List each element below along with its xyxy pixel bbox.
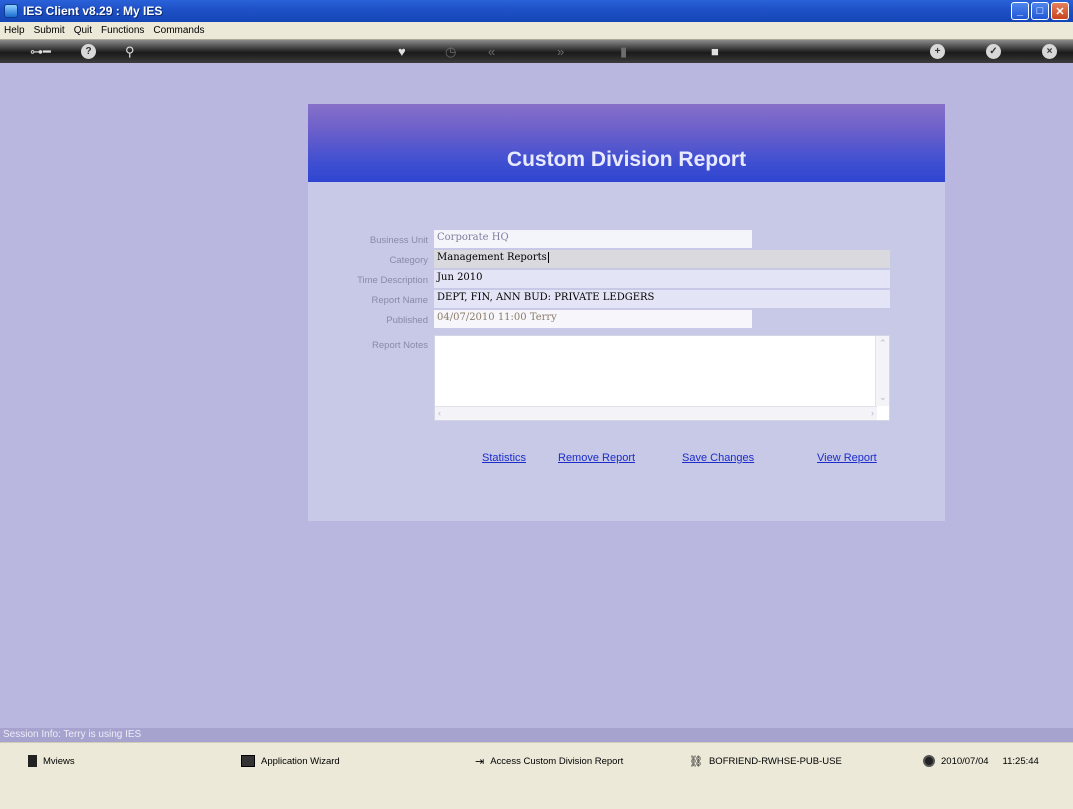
business-unit-label: Business Unit — [369, 235, 428, 246]
mviews-item[interactable]: Mviews — [28, 755, 75, 767]
notes-vertical-scrollbar[interactable]: ⌃ ⌄ — [875, 336, 889, 406]
time-description-field[interactable]: Jun 2010 — [434, 270, 890, 288]
cancel-icon[interactable]: × — [1042, 44, 1057, 59]
title-bar: IES Client v8.29 : My IES _ □ ✕ — [0, 0, 1073, 22]
notes-horizontal-scrollbar[interactable]: ‹ › — [435, 406, 877, 420]
time-label: 11:25:44 — [1002, 755, 1039, 767]
door-icon: ⇥ — [475, 756, 485, 768]
scroll-up-icon[interactable]: ⌃ — [879, 338, 887, 349]
published-field: 04/07/2010 11:00 Terry — [434, 310, 752, 328]
page-title: Custom Division Report — [506, 148, 747, 171]
menu-commands[interactable]: Commands — [153, 25, 204, 36]
server-item: ⛓ BOFRIEND-RWHSE-PUB-USE — [689, 755, 842, 768]
report-panel: Custom Division Report Business Unit Cor… — [308, 104, 945, 521]
save-changes-link[interactable]: Save Changes — [682, 452, 754, 464]
window-title: IES Client v8.29 : My IES — [23, 4, 163, 18]
close-button[interactable]: ✕ — [1051, 2, 1069, 20]
forward-icon[interactable]: » — [557, 43, 564, 60]
access-report-item: ⇥ Access Custom Division Report — [475, 755, 623, 768]
help-icon[interactable]: ? — [81, 44, 96, 59]
search-icon[interactable]: ⚲ — [125, 43, 135, 60]
report-notes-textarea[interactable]: ⌃ ⌄ ‹ › — [434, 335, 890, 421]
status-bar: Mviews Application Wizard ⇥ Access Custo… — [0, 742, 1073, 809]
statistics-link[interactable]: Statistics — [482, 452, 526, 464]
datetime-item: 2010/07/04 11:25:44 — [923, 755, 1039, 767]
scroll-left-icon[interactable]: ‹ — [438, 408, 441, 418]
session-info: Session Info: Terry is using IES — [0, 728, 1073, 742]
access-report-label: Access Custom Division Report — [490, 756, 624, 767]
add-icon[interactable]: + — [930, 44, 945, 59]
menu-help[interactable]: Help — [4, 25, 25, 36]
minimize-button[interactable]: _ — [1011, 2, 1029, 20]
server-label: BOFRIEND-RWHSE-PUB-USE — [708, 756, 842, 767]
category-field[interactable]: Management Reports — [434, 250, 890, 268]
key-icon[interactable]: ⊶━ — [30, 43, 51, 60]
application-wizard-label: Application Wizard — [261, 755, 340, 767]
report-notes-label: Report Notes — [372, 340, 428, 351]
date-label: 2010/07/04 — [941, 755, 989, 767]
application-wizard-item[interactable]: Application Wizard — [241, 755, 340, 767]
toolbar: ⊶━ ? ⚲ ♥ ◷ « » ▮ ■ + ✓ × — [0, 40, 1073, 63]
stop-icon[interactable]: ■ — [711, 43, 719, 60]
book-icon — [28, 755, 37, 767]
time-description-label: Time Description — [357, 275, 428, 286]
report-name-field[interactable]: DEPT, FIN, ANN BUD: PRIVATE LEDGERS — [434, 290, 890, 308]
menu-functions[interactable]: Functions — [101, 25, 144, 36]
remove-report-link[interactable]: Remove Report — [558, 452, 635, 464]
category-label: Category — [389, 255, 428, 266]
network-icon: ⛓ — [689, 756, 703, 768]
menu-quit[interactable]: Quit — [74, 25, 92, 36]
menu-submit[interactable]: Submit — [34, 25, 65, 36]
app-icon — [4, 4, 18, 18]
check-icon[interactable]: ✓ — [986, 44, 1001, 59]
menu-bar: Help Submit Quit Functions Commands — [0, 22, 1073, 40]
wizard-window-icon — [241, 755, 255, 767]
maximize-button[interactable]: □ — [1031, 2, 1049, 20]
business-unit-field[interactable]: Corporate HQ — [434, 230, 752, 248]
category-value: Management Reports — [437, 252, 547, 263]
mviews-label: Mviews — [43, 755, 75, 767]
published-label: Published — [386, 315, 428, 326]
view-report-link[interactable]: View Report — [817, 452, 877, 464]
clock-icon[interactable]: ◷ — [445, 43, 456, 60]
scroll-right-icon[interactable]: › — [871, 408, 874, 418]
heart-icon[interactable]: ♥ — [398, 43, 406, 60]
bar-chart-icon[interactable]: ▮ — [620, 43, 627, 60]
report-name-label: Report Name — [371, 295, 429, 306]
scroll-down-icon[interactable]: ⌄ — [879, 392, 887, 403]
rewind-icon[interactable]: « — [488, 43, 495, 60]
clock-icon — [923, 755, 935, 767]
panel-header: Custom Division Report — [308, 104, 945, 182]
